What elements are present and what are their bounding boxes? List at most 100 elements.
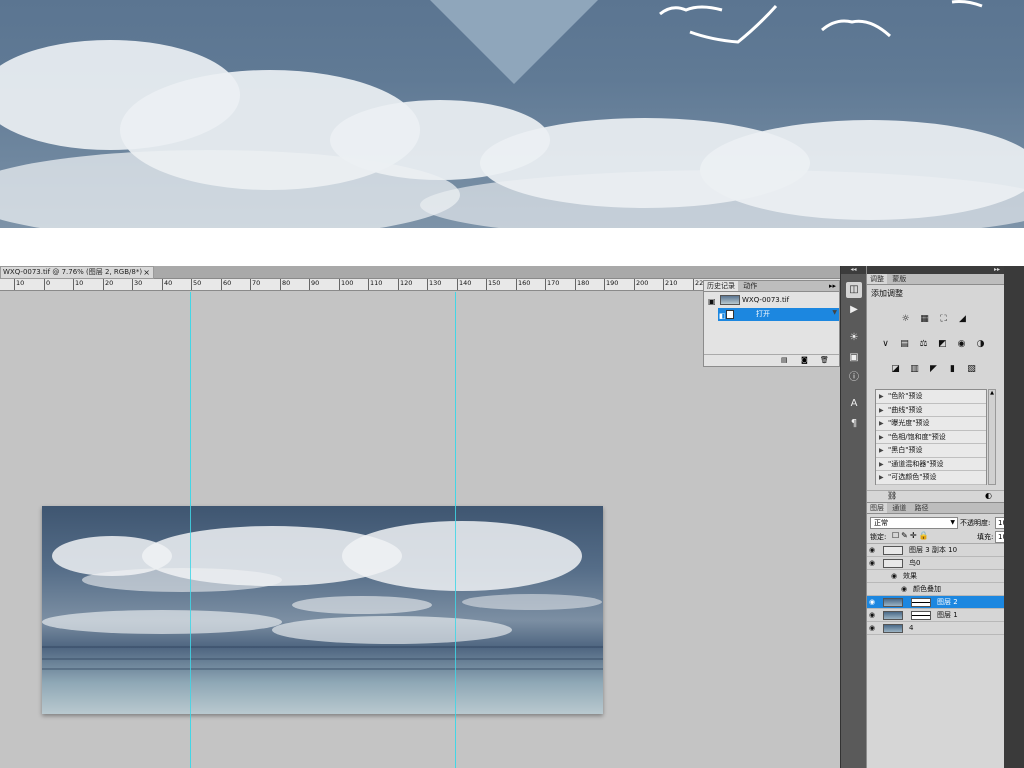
ruler-tick (693, 279, 694, 290)
layer-row[interactable]: ◉ 图层 1 (867, 609, 1024, 622)
document-tab[interactable]: WXQ-0073.tif @ 7.76% (图层 2, RGB/8*) × (0, 266, 154, 279)
new-adjustment-icon[interactable]: ◐ (985, 491, 992, 500)
preset-scrollbar[interactable]: ▲ (988, 389, 996, 485)
vibrance-icon[interactable]: ∨ (879, 338, 892, 351)
tab-strip (154, 266, 840, 279)
history-panel-icon[interactable]: ◫ (846, 282, 862, 298)
tab-actions[interactable]: 动作 (740, 281, 760, 291)
trash-icon[interactable]: 🗑 (820, 356, 829, 364)
preset-item[interactable]: ▶ "色相/饱和度"预设 (876, 431, 986, 444)
dark-column (1004, 266, 1024, 768)
preset-item[interactable]: ▶ "曲线"预设 (876, 404, 986, 417)
ruler-tick (132, 279, 133, 290)
preset-item[interactable]: ▶ "黑白"预设 (876, 444, 986, 458)
panel-collapse-bar[interactable]: ▸▸ (867, 266, 1004, 274)
color-balance-icon[interactable]: ⚖ (917, 338, 930, 351)
photo-filter-icon[interactable]: ◉ (955, 338, 968, 351)
levels-icon[interactable]: ▦ (918, 313, 931, 326)
ruler-tick (280, 279, 281, 290)
selective-color-icon[interactable]: ▧ (965, 363, 978, 376)
actions-panel-icon[interactable]: ▶ (846, 302, 862, 318)
expand-arrow-icon[interactable]: ▶ (879, 431, 884, 444)
document-canvas-image[interactable] (42, 506, 603, 714)
threshold-icon[interactable]: ◤ (927, 363, 940, 376)
blend-mode-select[interactable]: 正常 ▼ (870, 517, 958, 529)
character-icon[interactable]: A (846, 396, 862, 412)
ruler-tick (14, 279, 15, 290)
ruler-tick (103, 279, 104, 290)
clip-icon[interactable]: ⛓ (887, 491, 897, 500)
visibility-eye-icon[interactable]: ◉ (869, 609, 879, 622)
ruler-tick-label: 170 (547, 279, 560, 287)
layer-row[interactable]: ◉ 图层 2 (867, 596, 1024, 609)
history-step-label: 打开 (756, 310, 770, 318)
history-brush-icon[interactable]: ◧ (719, 310, 726, 323)
layers-tabs: 图层 通道 路径 (867, 503, 1024, 514)
white-band (0, 228, 1024, 266)
new-snapshot-icon[interactable]: ◙ (801, 356, 808, 364)
scroll-down-icon[interactable]: ▼ (832, 309, 837, 316)
layer-row[interactable]: ◉鸟0fx (867, 557, 1024, 570)
chevron-down-icon: ▼ (950, 519, 955, 526)
tab-layers[interactable]: 图层 (867, 503, 887, 513)
expand-arrow-icon[interactable]: ▶ (879, 444, 884, 457)
ruler-tick (191, 279, 192, 290)
tab-masks[interactable]: 蒙版 (889, 274, 909, 284)
lock-icons[interactable]: ☐✎✛🔒 (892, 531, 931, 540)
tab-channels[interactable]: 通道 (889, 503, 909, 513)
black-white-icon[interactable]: ◩ (936, 338, 949, 351)
panel-menu-icon[interactable]: ▸▸ (829, 281, 836, 291)
collapse-icon[interactable]: ◂◂ (841, 266, 866, 274)
expand-arrow-icon[interactable]: ▶ (879, 404, 884, 417)
tab-history[interactable]: 历史记录 (704, 281, 738, 291)
new-document-from-state-icon[interactable]: ▤ (781, 356, 788, 364)
preset-item[interactable]: ▶ "曝光度"预设 (876, 417, 986, 431)
expand-arrow-icon[interactable]: ▶ (879, 390, 884, 403)
curves-icon[interactable]: ⛶ (937, 313, 950, 326)
layer-row[interactable]: ◉ 颜色叠加 (867, 583, 1024, 596)
preset-item[interactable]: ▶ "可选颜色"预设 (876, 471, 986, 485)
posterize-icon[interactable]: ▥ (908, 363, 921, 376)
visibility-eye-icon[interactable]: ◉ (869, 544, 879, 557)
close-icon[interactable]: × (143, 267, 150, 278)
exposure-icon[interactable]: ◢ (956, 313, 969, 326)
layer-row[interactable]: ◉ 效果 (867, 570, 1024, 583)
history-step[interactable]: ◧ 打开 (718, 308, 839, 321)
snapshot-icon: ▣ (708, 297, 716, 306)
brightness-icon[interactable]: ☼ (899, 313, 912, 326)
ruler-tick-label: 90 (311, 279, 320, 287)
visibility-eye-icon[interactable]: ◉ (869, 596, 879, 609)
info-icon[interactable]: ⓘ (846, 370, 862, 386)
layer-row[interactable]: ◉ 4 (867, 622, 1024, 635)
channel-mixer-icon[interactable]: ◑ (974, 338, 987, 351)
hue-saturation-icon[interactable]: ▤ (898, 338, 911, 351)
ruler-tick (545, 279, 546, 290)
gradient-map-icon[interactable]: ▮ (946, 363, 959, 376)
layer-name: 4 (909, 624, 914, 632)
blend-row: 正常 ▼ 不透明度: 100% (867, 514, 1024, 530)
adjustments-tabs: 调整 蒙版 (867, 274, 1004, 285)
effect-eye-icon[interactable]: ◉ (901, 583, 911, 596)
tab-paths[interactable]: 路径 (911, 503, 931, 513)
effect-eye-icon[interactable]: ◉ (891, 570, 901, 583)
ruler-tick (162, 279, 163, 290)
layer-mask-thumbnail[interactable] (911, 611, 931, 620)
ruler-tick-label: 180 (577, 279, 590, 287)
history-snapshot[interactable]: ▣ WXQ-0073.tif (704, 292, 839, 308)
layer-row[interactable]: ◉图层 3 副本 10🔒 (867, 544, 1024, 557)
adjustments-panel-icon[interactable]: ☀ (846, 330, 862, 346)
expand-arrow-icon[interactable]: ▶ (879, 458, 884, 471)
paragraph-icon[interactable]: ¶ (846, 416, 862, 432)
visibility-eye-icon[interactable]: ◉ (869, 622, 879, 635)
masks-panel-icon[interactable]: ▣ (846, 350, 862, 366)
preset-item[interactable]: ▶ "通道混和器"预设 (876, 458, 986, 471)
layer-mask-thumbnail[interactable] (911, 598, 931, 607)
ruler-tick (221, 279, 222, 290)
preset-item[interactable]: ▶ "色阶"预设 (876, 390, 986, 404)
expand-arrow-icon[interactable]: ▶ (879, 471, 884, 484)
invert-icon[interactable]: ◪ (889, 363, 902, 376)
tab-adjustments[interactable]: 调整 (867, 274, 887, 284)
ruler-tick-label: 20 (105, 279, 114, 287)
expand-arrow-icon[interactable]: ▶ (879, 417, 884, 430)
visibility-eye-icon[interactable]: ◉ (869, 557, 879, 570)
